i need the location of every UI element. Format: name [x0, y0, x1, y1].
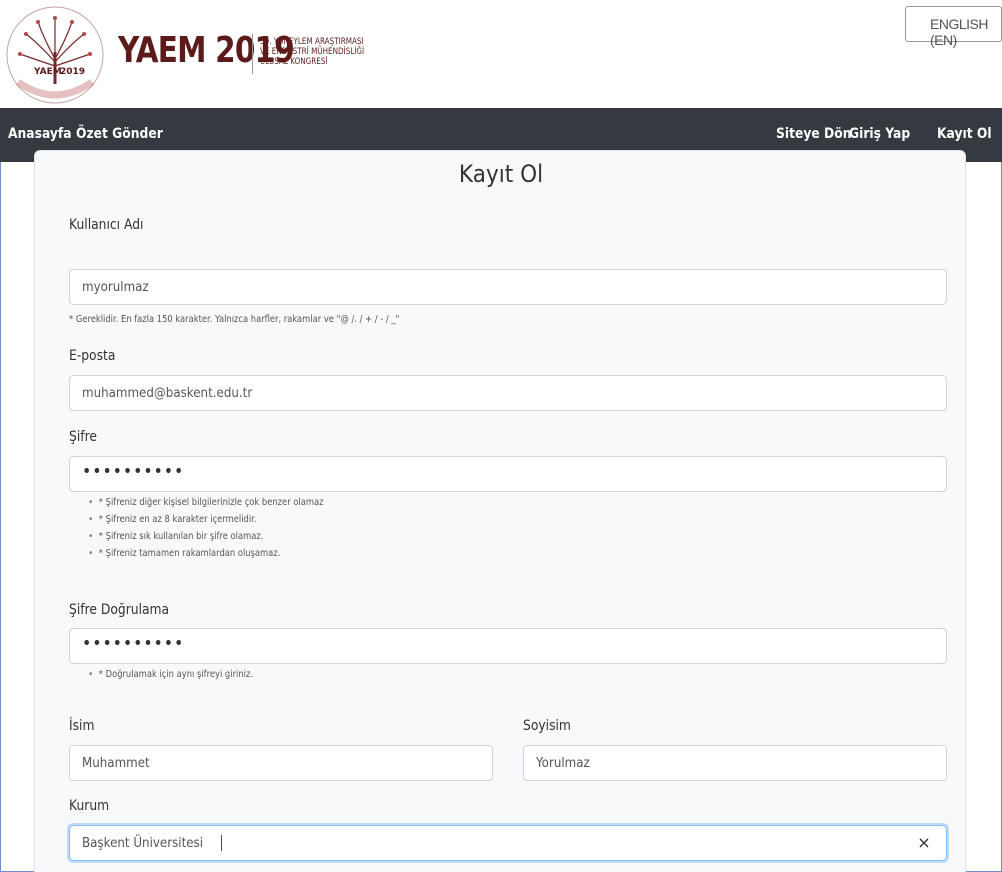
- brand-subtitle-line-2: VE ENDÜSTRİ MÜHENDİSLİĞİ: [260, 47, 365, 57]
- nav-login[interactable]: Giriş Yap: [849, 126, 910, 142]
- password-confirm-input[interactable]: ••••••••••: [69, 628, 947, 664]
- svg-text:YAEM: YAEM: [33, 67, 62, 77]
- last-name-input[interactable]: Yorulmaz: [523, 745, 947, 781]
- university-logo[interactable]: YAEM 2019: [4, 4, 106, 106]
- nav-register[interactable]: Kayıt Ol: [937, 126, 992, 142]
- last-name-value: Yorulmaz: [536, 755, 590, 771]
- institution-input[interactable]: Başkent Üniversitesi: [69, 825, 947, 861]
- last-name-label: Soyisim: [523, 718, 571, 734]
- svg-text:2019: 2019: [60, 67, 85, 77]
- first-name-label: İsim: [69, 718, 95, 734]
- email-label: E-posta: [69, 348, 116, 364]
- brand-subtitle-line-1: 39. YÖNEYLEM ARAŞTIRMASI: [260, 37, 364, 47]
- language-toggle-button[interactable]: ENGLISH (EN): [905, 6, 1002, 48]
- password-rule: * Şifreniz diğer kişisel bilgilerinizle …: [88, 497, 323, 514]
- password-rule: * Şifreniz tamamen rakamlardan oluşamaz.: [88, 548, 324, 565]
- password-rule: * Şifreniz en az 8 karakter içermelidir.: [88, 514, 324, 531]
- text-caret: [220, 835, 222, 851]
- username-label: Kullanıcı Adı: [69, 217, 144, 233]
- email-value: muhammed@baskent.edu.tr: [82, 385, 253, 401]
- password-confirm-rule: * Doğrulamak için aynı şifreyi giriniz.: [88, 669, 253, 686]
- nav-back-to-site[interactable]: Siteye Dön: [776, 126, 851, 142]
- form-title: Kayıt Ol: [458, 160, 544, 188]
- username-value: myorulmaz: [82, 279, 149, 295]
- brand-subtitle: 39. YÖNEYLEM ARAŞTIRMASI VE ENDÜSTRİ MÜH…: [260, 37, 364, 67]
- password-input[interactable]: ••••••••••: [69, 456, 947, 492]
- nav-home[interactable]: Anasayfa: [8, 126, 72, 142]
- brand-subtitle-line-3: ULUSAL KONGRESİ: [260, 57, 328, 67]
- password-value: ••••••••••: [82, 461, 185, 482]
- password-label: Şifre: [69, 429, 97, 445]
- password-confirm-rules-list: * Doğrulamak için aynı şifreyi giriniz.: [88, 669, 275, 686]
- institution-value: Başkent Üniversitesi: [82, 835, 204, 851]
- clear-icon[interactable]: ×: [914, 833, 934, 853]
- password-rule: * Şifreniz sık kullanılan bir şifre olam…: [88, 531, 324, 548]
- site-header: YAEM 2019 YAEM 2019 39. YÖNEYLEM ARAŞTIR…: [0, 0, 1002, 108]
- nav-submit-abstract[interactable]: Özet Gönder: [76, 126, 163, 142]
- username-input[interactable]: myorulmaz: [69, 269, 947, 305]
- first-name-value: Muhammet: [82, 755, 150, 771]
- password-confirm-label: Şifre Doğrulama: [69, 602, 170, 618]
- email-input[interactable]: muhammed@baskent.edu.tr: [69, 375, 947, 411]
- username-help: * Gereklidir. En fazla 150 karakter. Yal…: [69, 314, 400, 325]
- password-confirm-value: ••••••••••: [82, 633, 185, 654]
- first-name-input[interactable]: Muhammet: [69, 745, 493, 781]
- password-rules-list: * Şifreniz diğer kişisel bilgilerinizle …: [88, 497, 355, 565]
- brand-divider: [252, 34, 253, 74]
- institution-label: Kurum: [69, 798, 110, 814]
